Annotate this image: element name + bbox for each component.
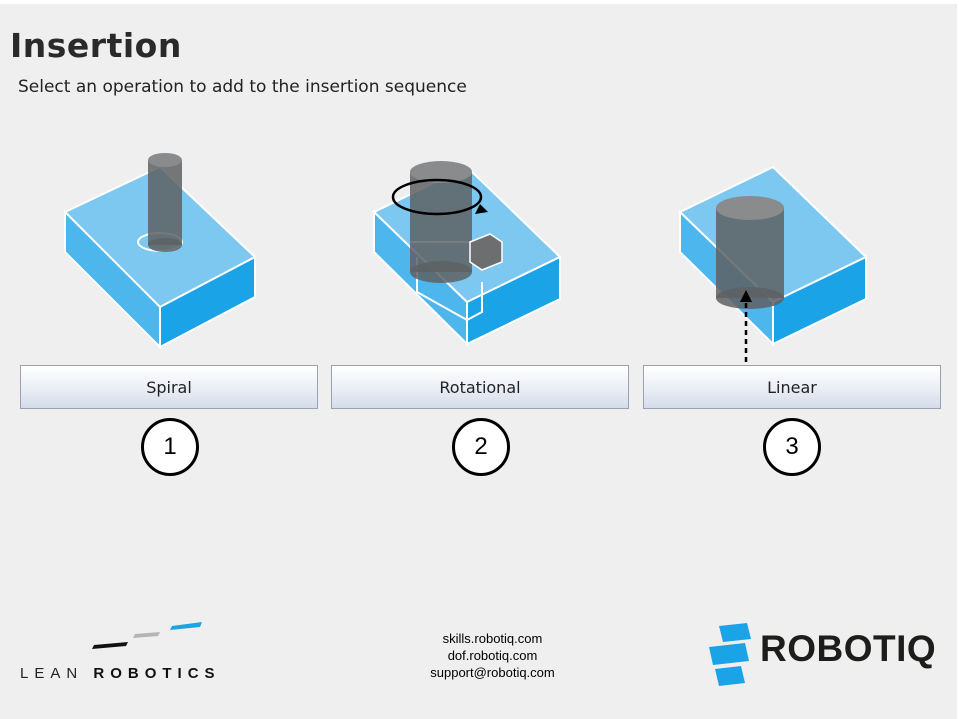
insertion-panel: Insertion Select an operation to add to … <box>0 4 957 719</box>
page-subtitle: Select an operation to add to the insert… <box>18 77 467 97</box>
lean-robotics-logo: LEAN ROBOTICS <box>20 665 221 682</box>
skills-link[interactable]: skills.robotiq.com <box>380 630 605 647</box>
spiral-button[interactable]: Spiral <box>20 365 318 409</box>
rotational-insertion-illustration <box>372 161 562 347</box>
linear-button[interactable]: Linear <box>643 365 941 409</box>
step-number-1: 1 <box>141 418 199 476</box>
page-title: Insertion <box>10 26 182 65</box>
support-links: skills.robotiq.com dof.robotiq.com suppo… <box>380 630 605 681</box>
robotiq-logo-text: ROBOTIQ <box>760 628 937 669</box>
robotics-word: ROBOTICS <box>93 665 221 682</box>
lean-word: LEAN <box>20 665 84 682</box>
spiral-insertion-illustration <box>63 153 257 350</box>
support-email-link[interactable]: support@robotiq.com <box>380 664 605 681</box>
dof-link[interactable]: dof.robotiq.com <box>380 647 605 664</box>
rotational-button[interactable]: Rotational <box>331 365 629 409</box>
step-number-2: 2 <box>452 418 510 476</box>
linear-insertion-illustration <box>678 165 868 362</box>
step-number-3: 3 <box>763 418 821 476</box>
